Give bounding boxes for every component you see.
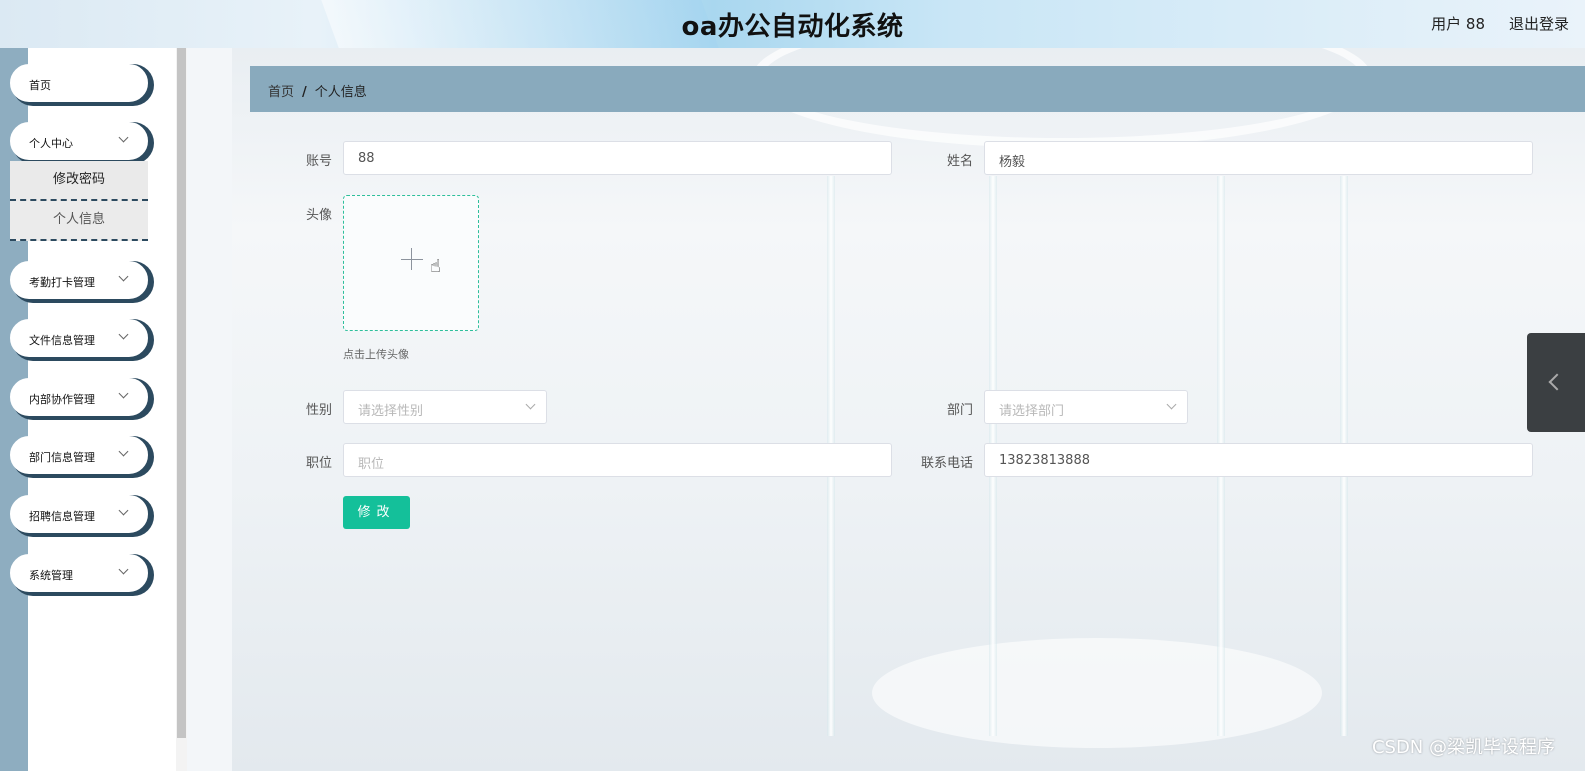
- name-field[interactable]: 杨毅: [984, 141, 1533, 175]
- chevron-down-icon: [1166, 399, 1177, 410]
- sidebar-item-system[interactable]: 系统管理: [10, 554, 148, 592]
- sidebar-item-label: 文件信息管理: [29, 334, 95, 347]
- sidebar-item-departments[interactable]: 部门信息管理: [10, 436, 148, 474]
- chevron-down-icon: [118, 132, 129, 143]
- department-select[interactable]: 请选择部门: [984, 390, 1188, 424]
- plus-icon: [401, 259, 423, 260]
- avatar-uploader[interactable]: ☝: [343, 195, 479, 331]
- top-header: oa办公自动化系统 用户 88 退出登录: [0, 0, 1585, 48]
- plus-icon-vertical: [411, 248, 412, 270]
- gender-select-placeholder: 请选择性别: [358, 404, 424, 419]
- department-label: 部门: [946, 403, 973, 418]
- sidebar: 首页 个人中心 修改密码 个人信息 考勤打卡管理 文件信息管理 内部协作管理 部…: [0, 48, 187, 771]
- account-field[interactable]: 88: [343, 141, 892, 175]
- submenu-personal-center: 修改密码 个人信息: [10, 161, 148, 241]
- department-select-placeholder: 请选择部门: [999, 404, 1065, 419]
- sidebar-item-files[interactable]: 文件信息管理: [10, 319, 148, 357]
- phone-field[interactable]: 13823813888: [984, 443, 1533, 477]
- breadcrumb: 首页 / 个人信息: [250, 66, 1585, 112]
- sidebar-item-label: 系统管理: [29, 569, 73, 582]
- chevron-left-icon: [1548, 373, 1566, 391]
- chevron-down-icon: [118, 564, 129, 575]
- hand-pointer-icon: ☝: [430, 256, 441, 277]
- breadcrumb-home[interactable]: 首页: [268, 85, 294, 100]
- avatar-label: 头像: [305, 208, 332, 223]
- phone-label: 联系电话: [920, 456, 973, 471]
- watermark: CSDN @梁凯毕设程序: [1371, 737, 1555, 758]
- account-label: 账号: [305, 154, 332, 169]
- sidebar-item-label: 部门信息管理: [29, 451, 95, 464]
- chevron-down-icon: [118, 388, 129, 399]
- sidebar-scrollbar-thumb[interactable]: [177, 48, 186, 738]
- chevron-down-icon: [118, 505, 129, 516]
- sidebar-subitem-personal-info[interactable]: 个人信息: [10, 201, 148, 241]
- position-label: 职位: [305, 456, 332, 471]
- chevron-down-icon: [118, 271, 129, 282]
- app-title: oa办公自动化系统: [681, 12, 904, 42]
- sidebar-item-personal-center[interactable]: 个人中心: [10, 122, 148, 160]
- gender-label: 性别: [305, 403, 332, 418]
- position-field[interactable]: 职位: [343, 443, 892, 477]
- sidebar-item-collaboration[interactable]: 内部协作管理: [10, 378, 148, 416]
- sidebar-subitem-change-password[interactable]: 修改密码: [10, 161, 148, 201]
- gender-select[interactable]: 请选择性别: [343, 390, 547, 424]
- submit-button[interactable]: 修改: [343, 496, 410, 529]
- sidebar-item-label: 招聘信息管理: [29, 510, 95, 523]
- chevron-down-icon: [525, 399, 536, 410]
- name-label: 姓名: [946, 154, 973, 169]
- sidebar-item-attendance[interactable]: 考勤打卡管理: [10, 261, 148, 299]
- chevron-down-icon: [118, 446, 129, 457]
- chevron-down-icon: [118, 329, 129, 340]
- breadcrumb-separator: /: [302, 85, 307, 100]
- breadcrumb-current: 个人信息: [314, 85, 367, 100]
- sidebar-item-label: 内部协作管理: [29, 393, 95, 406]
- logout-link[interactable]: 退出登录: [1509, 13, 1569, 34]
- background-floor-decoration: [872, 638, 1322, 748]
- sidebar-item-label: 个人中心: [29, 137, 73, 150]
- sidebar-item-home[interactable]: 首页: [10, 64, 148, 102]
- avatar-upload-hint: 点击上传头像: [343, 348, 409, 361]
- sidebar-item-recruitment[interactable]: 招聘信息管理: [10, 495, 148, 533]
- current-user: 用户 88: [1431, 15, 1485, 33]
- sidebar-item-label: 考勤打卡管理: [29, 276, 95, 289]
- drawer-toggle[interactable]: [1527, 333, 1585, 432]
- sidebar-item-label: 首页: [29, 79, 51, 92]
